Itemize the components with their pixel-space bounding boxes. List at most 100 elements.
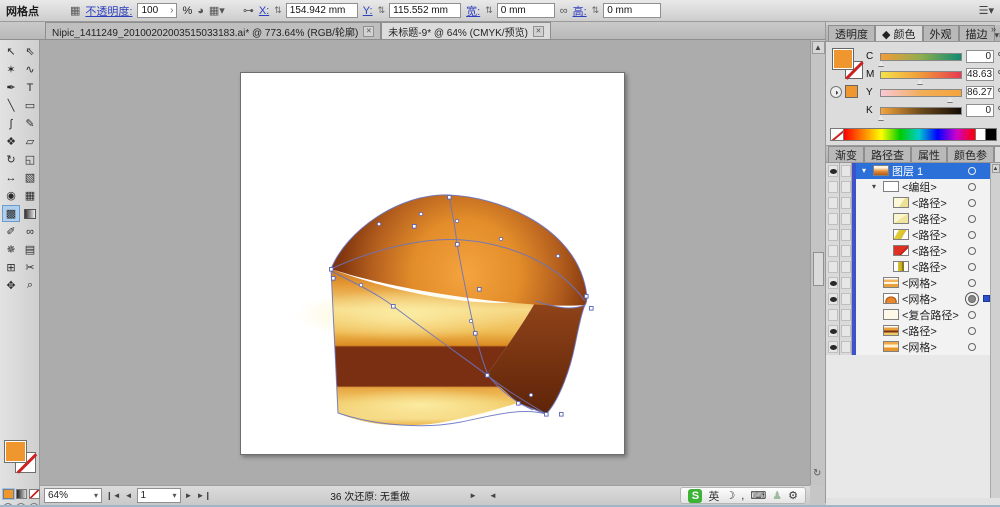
ime-fullhalf-icon[interactable]: ☽ [725,489,735,502]
expand-triangle-icon[interactable]: ▾ [862,166,870,175]
layer-thumbnail[interactable] [893,245,909,256]
layer-thumbnail[interactable] [893,213,909,224]
layer-row-main[interactable]: <路径> [856,323,1000,339]
lock-cell[interactable] [840,323,852,339]
layer-row[interactable]: <路径> [826,227,1000,243]
tab-transparency[interactable]: 透明度 [828,25,875,41]
gradient-tool[interactable] [21,205,39,222]
visibility-cell[interactable] [826,291,840,307]
slider-marker[interactable] [947,97,953,102]
tab-stroke[interactable]: 描边 [959,25,995,41]
tab-gradient[interactable]: 渐变 [828,146,864,162]
layer-name[interactable]: <路径> [912,259,947,275]
target-circle-icon[interactable] [968,295,976,303]
target-circle-icon[interactable] [968,167,976,175]
color-panel-fill-swatch[interactable] [832,48,854,70]
blend-tool[interactable]: ∞ [21,223,39,240]
none-mode-button[interactable] [29,489,40,499]
target-circle-icon[interactable] [968,343,976,351]
lock-cell[interactable] [840,195,852,211]
layer-row-main[interactable]: <网格> [856,275,1000,291]
pencil-tool[interactable]: ✎ [21,115,39,132]
tab-appearance[interactable]: 外观 [923,25,959,41]
layer-row[interactable]: <路径> [826,195,1000,211]
tab-color-guide[interactable]: 颜色参 [947,146,994,162]
layer-thumbnail[interactable] [893,261,909,272]
visibility-cell[interactable] [826,259,840,275]
color-mode-button[interactable] [3,489,14,499]
opacity-input[interactable]: 100› [137,3,177,18]
layer-name[interactable]: <路径> [902,323,937,339]
visibility-eye-icon[interactable] [830,345,837,350]
magic-wand-tool[interactable]: ✶ [2,61,20,78]
layer-row-main[interactable]: ▾<编组> [856,179,1000,195]
visibility-cell[interactable] [826,323,840,339]
layers-scrollbar[interactable]: ▲ [990,163,1000,498]
slider-track[interactable] [880,89,962,97]
lock-cell[interactable] [840,307,852,323]
canvas[interactable] [40,40,810,485]
visibility-eye-icon[interactable] [830,297,837,302]
width-stepper[interactable]: ⇅ [485,5,492,16]
symbol-sprayer-tool[interactable]: ✵ [2,241,20,258]
visibility-cell[interactable] [826,227,840,243]
line-segment-tool[interactable]: ╲ [2,97,20,114]
opacity-link[interactable]: 不透明度: [85,3,132,19]
visibility-cell[interactable] [826,275,840,291]
lock-cell[interactable] [840,243,852,259]
visibility-eye-icon[interactable] [830,281,837,286]
layer-row[interactable]: <路径> [826,259,1000,275]
layer-name[interactable]: <路径> [912,195,947,211]
document-tab-2[interactable]: 未标题-9* @ 64% (CMYK/预览) ✕ [381,22,551,39]
prev-artboard-icon[interactable]: ◄ [125,491,133,500]
layer-name[interactable]: <网格> [902,339,937,355]
recolor-icon[interactable]: ◕ [197,5,204,17]
slider-marker[interactable] [917,79,923,84]
layer-row[interactable]: <复合路径> [826,307,1000,323]
visibility-eye-icon[interactable] [830,329,837,334]
target-circle-icon[interactable] [968,311,976,319]
visibility-cell[interactable] [826,179,840,195]
rotate-view-icon[interactable]: ↻ [813,468,821,479]
blob-brush-tool[interactable]: ❖ [2,133,20,150]
eyedropper-tool[interactable]: ✐ [2,223,20,240]
layer-row[interactable]: <网格> [826,275,1000,291]
spectrum-white-swatch[interactable] [976,128,986,141]
tab-attributes[interactable]: 属性 [911,146,947,162]
sogou-logo-icon[interactable]: S [688,489,702,503]
close-icon[interactable]: ✕ [363,26,374,37]
layer-thumbnail[interactable] [883,309,899,320]
shape-builder-tool[interactable]: ◉ [2,187,20,204]
width-tool[interactable]: ↔ [2,169,20,186]
x-input[interactable]: 154.942 mm [286,3,358,18]
width-input[interactable]: 0 mm [497,3,555,18]
spectrum-ramp[interactable] [844,128,976,141]
column-graph-tool[interactable]: ▤ [21,241,39,258]
scroll-up-icon[interactable]: ▲ [992,164,1000,173]
zoom-tool[interactable]: ⌕ [21,277,39,294]
close-icon[interactable]: ✕ [533,26,544,37]
layer-name[interactable]: <网格> [902,291,937,307]
layer-row[interactable]: <网格> [826,339,1000,355]
target-circle-icon[interactable] [968,231,976,239]
artboard-tool[interactable]: ⊞ [2,259,20,276]
layer-thumbnail[interactable] [893,197,909,208]
layer-row-main[interactable]: <网格> [856,291,1000,307]
pen-tool[interactable]: ✒ [2,79,20,96]
channel-value[interactable]: 86.27 [966,86,994,99]
layer-thumbnail[interactable] [883,277,899,288]
rotate-tool[interactable]: ↻ [2,151,20,168]
artboard[interactable] [240,72,625,455]
layer-name[interactable]: <路径> [912,227,947,243]
layer-thumbnail[interactable] [893,229,909,240]
paintbrush-tool[interactable]: ∫ [2,115,20,132]
layer-name[interactable]: <复合路径> [902,307,959,323]
artboard-number-combo[interactable]: 1▾ [137,488,181,503]
tab-color[interactable]: ◆ 颜色 [875,25,923,41]
last-color-swatch[interactable] [845,85,858,98]
layer-row[interactable]: <路径> [826,211,1000,227]
target-circle-icon[interactable] [968,183,976,191]
perspective-grid-tool[interactable]: ▦ [21,187,39,204]
collapse-panels-icon[interactable]: » [991,24,996,34]
target-circle-icon[interactable] [968,263,976,271]
